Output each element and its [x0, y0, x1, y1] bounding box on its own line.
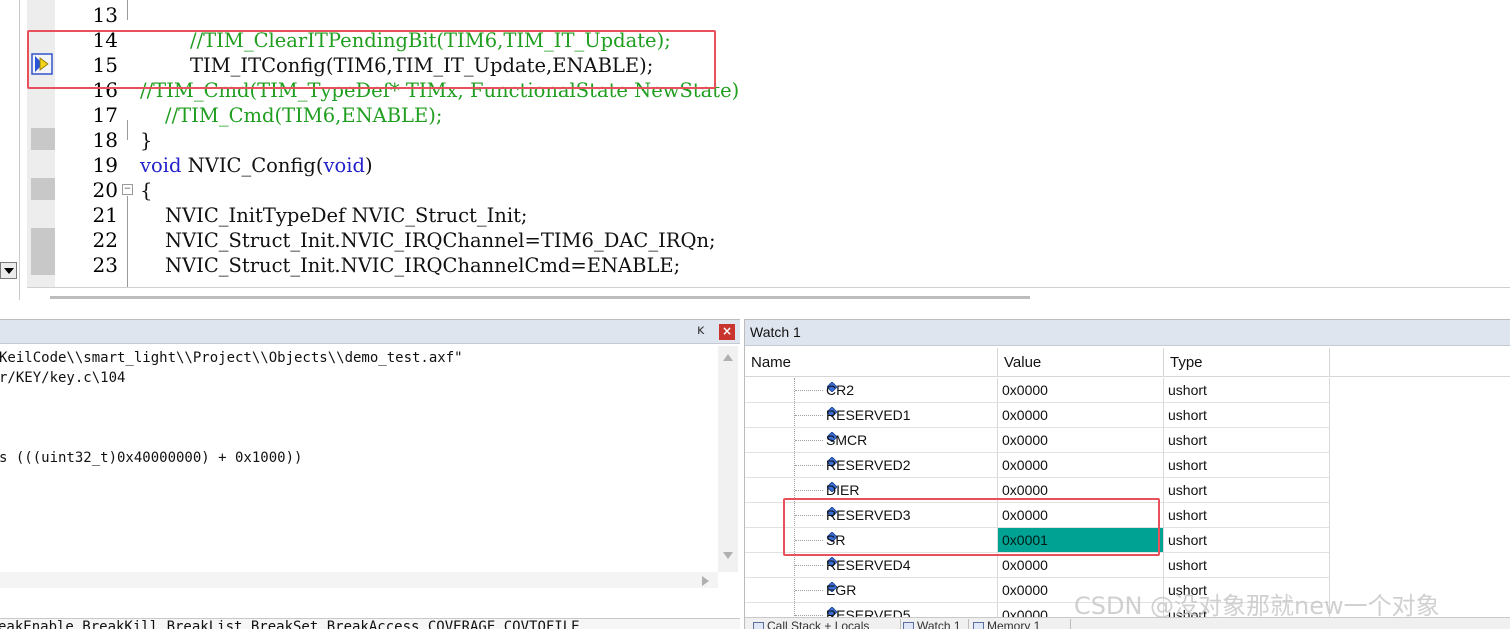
command-window-titlebar[interactable]: ᴋ ×: [0, 320, 740, 344]
watch-type-cell: ushort: [1164, 428, 1330, 453]
watch-name-cell[interactable]: RESERVED4: [745, 553, 998, 578]
tree-branch: [795, 415, 823, 416]
command-output[interactable]: KeilCode\\smart_light\\Project\\Objects\…: [0, 346, 718, 594]
code-line[interactable]: {: [140, 178, 152, 203]
tree-branch: [795, 615, 823, 616]
watch-member-name: RESERVED4: [826, 557, 911, 573]
fold-collapse-icon[interactable]: −: [122, 184, 133, 195]
watch-value-cell[interactable]: 0x0000: [998, 553, 1164, 578]
dropdown-arrow-button[interactable]: [0, 262, 17, 279]
watch-icon: [903, 622, 914, 629]
watch-member-name: RESERVED1: [826, 407, 911, 423]
watch-type-cell: ushort: [1164, 553, 1330, 578]
watch-type-cell: ushort: [1164, 403, 1330, 428]
watch-type-cell: ushort: [1164, 378, 1330, 403]
editor-horizontal-scrollbar[interactable]: [50, 296, 1030, 299]
watch-name-cell[interactable]: SMCR: [745, 428, 998, 453]
watch-type-cell: ushort: [1164, 503, 1330, 528]
code-line[interactable]: NVIC_InitTypeDef NVIC_Struct_Init;: [165, 203, 528, 228]
watch-row[interactable]: SMCR 0x0000 ushort: [745, 428, 1510, 453]
highlight-annotation-box: [27, 30, 716, 89]
tab-watch-1[interactable]: Watch 1: [901, 619, 969, 629]
watch-window-titlebar[interactable]: Watch 1: [745, 320, 1510, 346]
code-editor[interactable]: 13 14 15 16 17 18 19 20 21 22 23 − //TIM…: [0, 0, 1510, 300]
line-number: 19: [92, 153, 118, 177]
line-number: 21: [92, 203, 118, 227]
code-line[interactable]: //TIM_Cmd(TIM6,ENABLE);: [165, 103, 442, 128]
watch-table-header: Name Value Type: [745, 348, 1510, 377]
watch-name-cell[interactable]: EGR: [745, 578, 998, 603]
watermark: CSDN @没对象那就new一个对象: [1074, 592, 1440, 620]
watch-row[interactable]: CR2 0x0000 ushort: [745, 378, 1510, 403]
code-line[interactable]: void NVIC_Config(void): [140, 153, 373, 178]
tree-branch: [795, 590, 823, 591]
scroll-right-icon[interactable]: [702, 576, 709, 586]
watch-type-cell: ushort: [1164, 478, 1330, 503]
tree-branch: [795, 440, 823, 441]
fold-guide: [127, 0, 128, 20]
tab-call-stack-locals[interactable]: Call Stack + Locals: [751, 619, 901, 629]
watch-value-cell[interactable]: 0x0000: [998, 453, 1164, 478]
watch-value-cell[interactable]: 0x0000: [998, 378, 1164, 403]
tree-branch: [795, 565, 823, 566]
column-header-type[interactable]: Type: [1164, 348, 1330, 377]
watch-name-cell[interactable]: RESERVED1: [745, 403, 998, 428]
command-help-line: eakEnable BreakKill BreakList BreakSet B…: [0, 618, 740, 629]
watch-value-cell[interactable]: 0x0000: [998, 403, 1164, 428]
watch-name-cell[interactable]: RESERVED2: [745, 453, 998, 478]
watch-window[interactable]: Watch 1 Name Value Type CR2 0x0000 ushort R…: [744, 319, 1510, 629]
watch-member-name: SMCR: [826, 432, 868, 448]
watch-row[interactable]: RESERVED4 0x0000 ushort: [745, 553, 1510, 578]
watch-member-name: RESERVED5: [826, 607, 911, 618]
line-number: 13: [92, 3, 118, 27]
watch-member-name: RESERVED2: [826, 457, 911, 473]
line-number: 22: [92, 228, 118, 252]
line-number: 18: [92, 128, 118, 152]
watch-row[interactable]: RESERVED1 0x0000 ushort: [745, 403, 1510, 428]
watch-value-cell[interactable]: 0x0000: [998, 428, 1164, 453]
call-stack-icon: [753, 622, 764, 629]
code-line[interactable]: NVIC_Struct_Init.NVIC_IRQChannelCmd=ENAB…: [165, 253, 680, 278]
code-line[interactable]: }: [140, 128, 152, 153]
line-number: 23: [92, 253, 118, 277]
tree-branch: [795, 490, 823, 491]
line-number: 20: [92, 178, 118, 202]
command-horizontal-scrollbar[interactable]: [0, 572, 718, 588]
watch-row[interactable]: RESERVED2 0x0000 ushort: [745, 453, 1510, 478]
command-vertical-scrollbar[interactable]: [718, 346, 738, 572]
breakpoint-slot[interactable]: [31, 128, 55, 150]
column-header-value[interactable]: Value: [998, 348, 1164, 377]
command-help-text: eakEnable BreakKill BreakList BreakSet B…: [0, 619, 580, 629]
watch-name-cell[interactable]: RESERVED5: [745, 603, 998, 618]
project-panel-edge: [0, 0, 20, 300]
tree-branch: [795, 390, 823, 391]
command-output-line: KeilCode\\smart_light\\Project\\Objects\…: [0, 350, 463, 366]
breakpoint-slot[interactable]: [31, 228, 55, 275]
watch-member-name: CR2: [826, 382, 855, 398]
command-window[interactable]: ᴋ × KeilCode\\smart_light\\Project\\Obje…: [0, 319, 740, 629]
watch-name-cell[interactable]: CR2: [745, 378, 998, 403]
command-output-line: r/KEY/key.c\104: [0, 370, 126, 386]
code-line[interactable]: NVIC_Struct_Init.NVIC_IRQChannel=TIM6_DA…: [165, 228, 716, 253]
highlight-annotation-box: [783, 498, 1160, 556]
watch-window-title: Watch 1: [750, 324, 801, 340]
column-header-name[interactable]: Name: [745, 348, 998, 377]
close-icon[interactable]: ×: [719, 324, 735, 340]
tree-branch: [795, 465, 823, 466]
scroll-up-icon[interactable]: [723, 354, 733, 361]
watch-member-name: EGR: [826, 582, 857, 598]
tab-memory-1[interactable]: Memory 1: [971, 619, 1071, 629]
watch-type-cell: ushort: [1164, 453, 1330, 478]
scroll-down-icon[interactable]: [723, 552, 733, 559]
fold-guide: [127, 196, 128, 296]
fold-guide: [127, 120, 128, 140]
breakpoint-slot[interactable]: [31, 178, 55, 200]
command-output-line: s (((uint32_t)0x40000000) + 0x1000)): [0, 450, 303, 466]
pin-icon[interactable]: ᴋ: [697, 323, 711, 339]
memory-icon: [973, 622, 984, 629]
line-number: 17: [92, 103, 118, 127]
watch-type-cell: ushort: [1164, 528, 1330, 553]
